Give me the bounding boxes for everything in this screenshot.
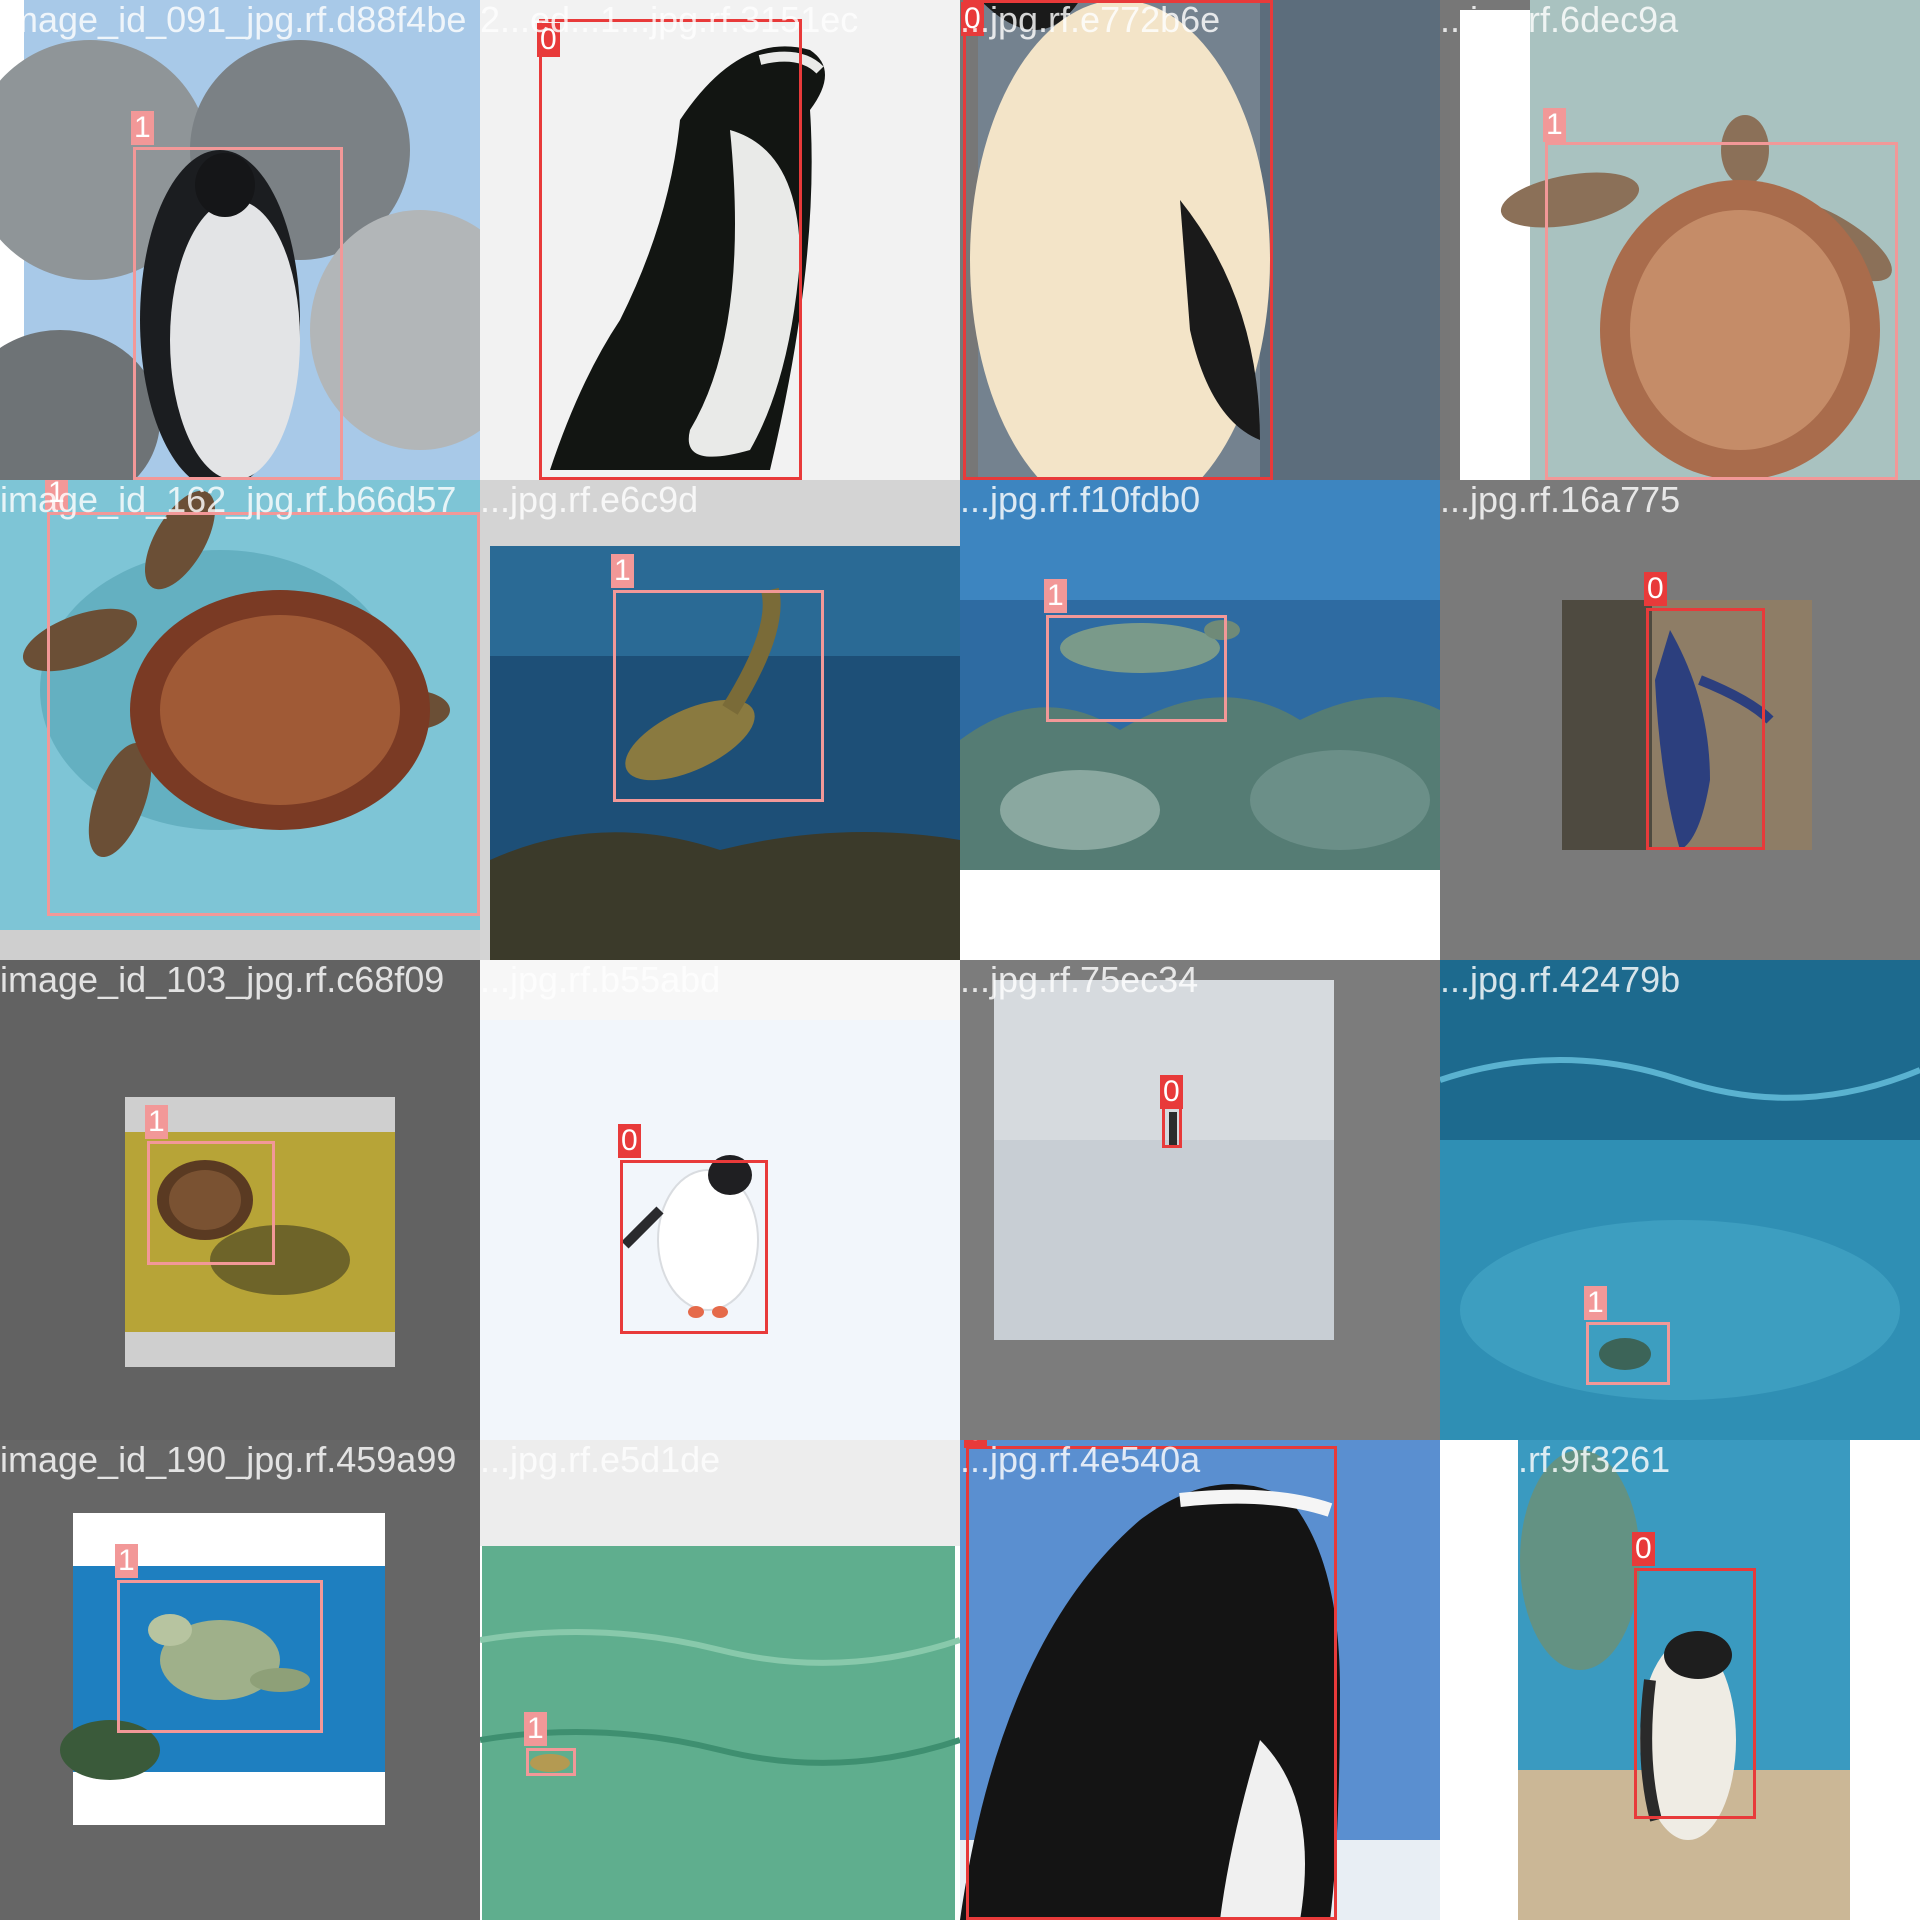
- tile-15: 0 ...jpg.rf.4e540a: [960, 1440, 1440, 1920]
- bbox-class-1: [526, 1748, 576, 1776]
- image-filename: image_id_103_jpg.rf.c68f09: [0, 960, 445, 1000]
- image-filename: ...jpg.rf.4e540a: [960, 1440, 1201, 1480]
- tile-06: 1 ...jpg.rf.e6c9d: [480, 480, 960, 960]
- image-filename: 2...ed...1...jpg.rf.3151ec: [480, 0, 859, 40]
- tile-14: 1 ...jpg.rf.e5d1de: [480, 1440, 960, 1920]
- image-filename: ...jpg.rf.e5d1de: [480, 1440, 721, 1480]
- class-id-label: 1: [131, 111, 154, 145]
- bbox-class-0: [620, 1160, 768, 1334]
- image-filename: ...jpg.rf.f10fdb0: [960, 480, 1201, 520]
- image-filename: image_id_091_jpg.rf.d88f4be: [0, 0, 467, 40]
- image-filename: ...jpg.rf.42479b: [1440, 960, 1681, 1000]
- bbox-class-0: [539, 19, 802, 480]
- class-id-label: 1: [115, 1544, 138, 1578]
- bbox-class-0: [966, 1446, 1337, 1920]
- class-id-label: 0: [1632, 1532, 1655, 1566]
- bbox-class-1: [1545, 142, 1898, 480]
- tile-01: 1 image_id_091_jpg.rf.d88f4be: [0, 0, 480, 480]
- image-filename: ...jpg.rf.9f3261: [1440, 1440, 1671, 1480]
- class-id-label: 1: [524, 1712, 547, 1746]
- image-filename: image_id_162_jpg.rf.b66d57: [0, 480, 457, 520]
- image-filename: ...jpg.rf.6dec9a: [1440, 0, 1679, 40]
- image-filename: ...jpg.rf.75ec34: [960, 960, 1199, 1000]
- class-id-label: 0: [1644, 572, 1667, 606]
- bbox-class-0: [1162, 1103, 1182, 1148]
- class-id-label: 0: [1160, 1075, 1183, 1109]
- image-filename: ...jpg.rf.e772b6e: [960, 0, 1221, 40]
- class-id-label: 1: [1543, 108, 1566, 142]
- image-filename: image_id_190_jpg.rf.459a99: [0, 1440, 457, 1480]
- tile-08: 0 ...jpg.rf.16a775: [1440, 480, 1920, 960]
- bbox-class-1: [133, 147, 343, 480]
- tile-02: 0 2...ed...1...jpg.rf.3151ec: [480, 0, 960, 480]
- tile-10: 0 ...jpg.rf.b55abd: [480, 960, 960, 1440]
- bbox-class-1: [1046, 615, 1227, 722]
- tile-13: 1 image_id_190_jpg.rf.459a99: [0, 1440, 480, 1920]
- class-id-label: 1: [1584, 1286, 1607, 1320]
- tile-03: 0 ...jpg.rf.e772b6e: [960, 0, 1440, 480]
- image-filename: ...jpg.rf.b55abd: [480, 960, 721, 1000]
- class-id-label: 1: [145, 1105, 168, 1139]
- image-filename: ...jpg.rf.e6c9d: [480, 480, 699, 520]
- photo-turtle-underwater: [1440, 960, 1920, 1440]
- tile-11: 0 ...jpg.rf.75ec34: [960, 960, 1440, 1440]
- photo-distant-penguin-snowfield: [960, 960, 1440, 1440]
- tile-12: 1 ...jpg.rf.42479b: [1440, 960, 1920, 1440]
- bbox-class-0: [963, 0, 1273, 480]
- tile-07: 1 ...jpg.rf.f10fdb0: [960, 480, 1440, 960]
- class-id-label: 1: [611, 554, 634, 588]
- bbox-class-0: [1634, 1568, 1756, 1819]
- photo-turtle-green-water: [480, 1440, 960, 1920]
- image-filename: ...jpg.rf.16a775: [1440, 480, 1681, 520]
- class-id-label: 0: [618, 1124, 641, 1158]
- bbox-class-1: [1586, 1322, 1670, 1385]
- bbox-class-1: [613, 590, 824, 802]
- tile-05: 1 image_id_162_jpg.rf.b66d57: [0, 480, 480, 960]
- detection-mosaic-grid: 1 image_id_091_jpg.rf.d88f4be 0 2...ed..…: [0, 0, 1920, 1920]
- bbox-class-0: [1646, 608, 1765, 850]
- class-id-label: 1: [1044, 579, 1067, 613]
- tile-09: 1 image_id_103_jpg.rf.c68f09: [0, 960, 480, 1440]
- bbox-class-1: [47, 512, 480, 916]
- bbox-class-1: [147, 1141, 275, 1265]
- tile-16: 0 ...jpg.rf.9f3261: [1440, 1440, 1920, 1920]
- tile-04: 1 ...jpg.rf.6dec9a: [1440, 0, 1920, 480]
- bbox-class-1: [117, 1580, 323, 1733]
